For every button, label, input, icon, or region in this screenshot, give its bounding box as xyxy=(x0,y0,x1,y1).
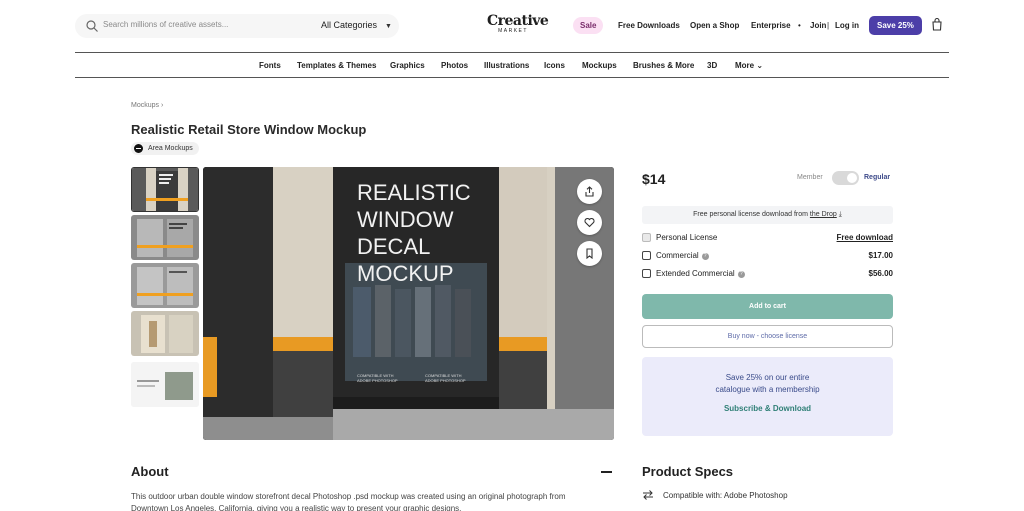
search-icon xyxy=(86,20,98,32)
thumbnail-1[interactable] xyxy=(131,167,199,212)
license-personal[interactable]: Personal License Free download xyxy=(642,232,893,244)
nav-3d[interactable]: 3D xyxy=(707,61,717,70)
member-regular-toggle[interactable] xyxy=(832,171,859,185)
product-price: $14 xyxy=(642,171,666,187)
thumbnail-3[interactable] xyxy=(131,263,199,308)
login-link[interactable]: Log in xyxy=(835,21,859,30)
shop-badge[interactable]: Area Mockups xyxy=(131,142,199,155)
the-drop-link[interactable]: the Drop xyxy=(810,211,837,218)
collect-button[interactable] xyxy=(577,241,602,266)
free-downloads-link[interactable]: Free Downloads xyxy=(618,21,680,30)
add-to-cart-button[interactable]: Add to cart xyxy=(642,294,893,319)
shop-name: Area Mockups xyxy=(148,145,193,152)
product-main-image[interactable]: REALISTIC WINDOW DECAL MOCKUP COMPATIBLE… xyxy=(203,167,614,440)
thumbnail-image xyxy=(132,168,198,211)
join-link[interactable]: Join xyxy=(810,21,826,30)
enterprise-link[interactable]: Enterprise xyxy=(751,21,791,30)
info-icon[interactable]: ? xyxy=(701,253,709,260)
chevron-right-icon: › xyxy=(160,102,164,109)
buy-now-button[interactable]: Buy now - choose license xyxy=(642,325,893,348)
cart-icon[interactable] xyxy=(931,17,943,31)
regular-label: Regular xyxy=(864,174,891,181)
product-title: Realistic Retail Store Window Mockup xyxy=(131,122,367,137)
subscribe-download-link[interactable]: Subscribe & Download xyxy=(642,404,893,413)
collapse-icon[interactable] xyxy=(601,471,612,473)
nav-icons[interactable]: Icons xyxy=(544,61,565,70)
thumbnail-image xyxy=(131,263,199,308)
thumbnail-4[interactable] xyxy=(131,311,199,356)
caret-down-icon: ▼ xyxy=(385,23,392,30)
download-icon: ⤓ xyxy=(838,211,842,218)
thumbnail-image xyxy=(131,311,199,356)
breadcrumb[interactable]: Mockups › xyxy=(131,102,163,109)
site-header: Search millions of creative assets... Al… xyxy=(75,10,949,42)
sale-badge[interactable]: Sale xyxy=(573,17,604,34)
thumbnail-2[interactable] xyxy=(131,215,199,260)
decal-small-text-left: COMPATIBLE WITH ADOBE PHOTOSHOP xyxy=(357,373,398,383)
swap-arrows-icon xyxy=(643,490,653,500)
about-text: This outdoor urban double window storefr… xyxy=(131,492,566,511)
about-heading: About xyxy=(131,464,169,479)
search-bar[interactable]: Search millions of creative assets... Al… xyxy=(75,14,399,38)
nav-divider xyxy=(75,77,949,78)
checkbox[interactable] xyxy=(642,269,651,278)
share-button[interactable] xyxy=(577,179,602,204)
nav-templates-themes[interactable]: Templates & Themes xyxy=(297,61,376,70)
info-icon[interactable]: ? xyxy=(737,271,745,278)
nav-photos[interactable]: Photos xyxy=(441,61,468,70)
shop-avatar xyxy=(134,144,143,153)
license-extended-commercial[interactable]: Extended Commercial? $56.00 xyxy=(642,268,893,280)
thumbnail-image xyxy=(131,215,199,260)
nav-more[interactable]: More ⌄ xyxy=(735,61,763,70)
checkbox[interactable] xyxy=(642,251,651,260)
search-input[interactable]: Search millions of creative assets... xyxy=(103,20,228,29)
creative-market-logo[interactable]: Creative MARKET xyxy=(487,14,549,34)
nav-graphics[interactable]: Graphics xyxy=(390,61,425,70)
bookmark-icon xyxy=(586,248,593,259)
heart-icon xyxy=(584,217,595,228)
license-commercial[interactable]: Commercial? $17.00 xyxy=(642,250,893,262)
product-specs-heading: Product Specs xyxy=(642,464,734,479)
nav-fonts[interactable]: Fonts xyxy=(259,61,281,70)
header-divider xyxy=(75,52,949,53)
nav-illustrations[interactable]: Illustrations xyxy=(484,61,529,70)
save-25-button[interactable]: Save 25% xyxy=(869,16,922,35)
nav-brushes-more[interactable]: Brushes & More xyxy=(633,61,694,70)
member-label: Member xyxy=(797,174,823,181)
category-select[interactable]: All Categories ▼ xyxy=(321,20,392,30)
decal-small-text-right: COMPATIBLE WITH ADOBE PHOTOSHOP xyxy=(425,373,466,383)
thumbnail-5[interactable] xyxy=(131,362,199,407)
separator-dot: • xyxy=(798,21,801,30)
thumbnail-image xyxy=(131,362,199,407)
nav-mockups[interactable]: Mockups xyxy=(582,61,617,70)
share-icon xyxy=(585,186,594,197)
open-shop-link[interactable]: Open a Shop xyxy=(690,21,739,30)
checkbox[interactable] xyxy=(642,233,651,242)
free-license-bar[interactable]: Free personal license download from the … xyxy=(642,206,893,224)
membership-promo: Save 25% on our entire catalogue with a … xyxy=(642,357,893,436)
separator-bar: | xyxy=(827,21,830,30)
free-download-link[interactable]: Free download xyxy=(837,233,893,242)
decal-text: REALISTIC WINDOW DECAL MOCKUP xyxy=(357,180,471,286)
like-button[interactable] xyxy=(577,210,602,235)
chevron-down-icon: ⌄ xyxy=(756,61,764,70)
